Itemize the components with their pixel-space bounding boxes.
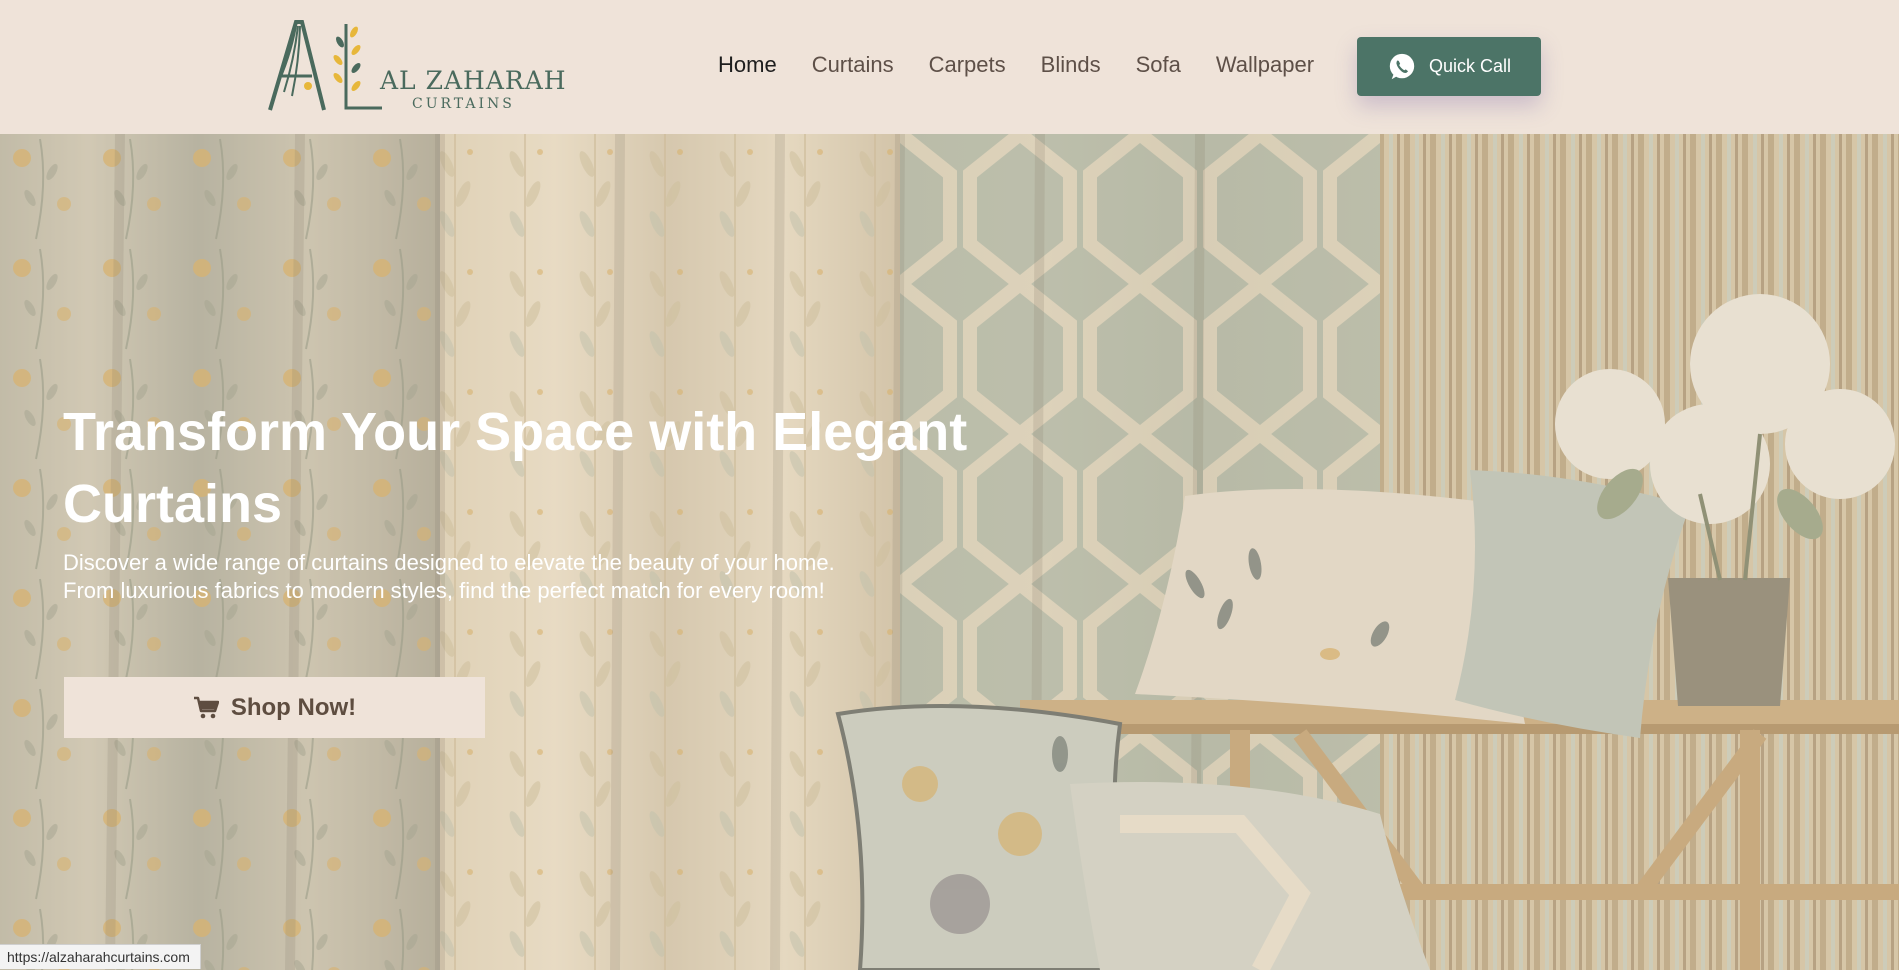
- nav-item-wallpaper[interactable]: Wallpaper: [1216, 52, 1314, 78]
- nav-item-carpets[interactable]: Carpets: [929, 52, 1006, 78]
- hero-description: Discover a wide range of curtains design…: [63, 549, 963, 605]
- hero-title: Transform Your Space with Elegant Curtai…: [63, 402, 968, 534]
- hero-description-line-1: Discover a wide range of curtains design…: [63, 550, 835, 575]
- nav-item-blinds[interactable]: Blinds: [1041, 52, 1101, 78]
- cart-icon: [193, 696, 219, 718]
- whatsapp-icon: [1389, 53, 1415, 79]
- nav-item-curtains[interactable]: Curtains: [812, 52, 894, 78]
- logo-mark-icon: [268, 20, 382, 111]
- status-bar-url: https://alzaharahcurtains.com: [0, 944, 201, 969]
- logo-subtitle: CURTAINS: [412, 96, 515, 112]
- nav-item-home[interactable]: Home: [718, 52, 777, 78]
- hero-section: Transform Your Space with Elegant Curtai…: [0, 134, 1899, 970]
- hero-description-line-2: From luxurious fabrics to modern styles,…: [63, 578, 825, 603]
- nav-item-sofa[interactable]: Sofa: [1136, 52, 1181, 78]
- quick-call-label: Quick Call: [1428, 56, 1512, 76]
- quick-call-button[interactable]: Quick Call: [1357, 37, 1541, 96]
- logo-name: AL ZAHARAH: [380, 66, 567, 95]
- site-header: AL ZAHARAH CURTAINS Home Curtains Carpet…: [0, 0, 1899, 134]
- shop-now-label: Shop Now!: [230, 693, 357, 721]
- brand-logo[interactable]: AL ZAHARAH CURTAINS: [262, 18, 566, 118]
- shop-now-button[interactable]: Shop Now!: [64, 677, 485, 738]
- main-nav: Home Curtains Carpets Blinds Sofa Wallpa…: [718, 52, 1349, 78]
